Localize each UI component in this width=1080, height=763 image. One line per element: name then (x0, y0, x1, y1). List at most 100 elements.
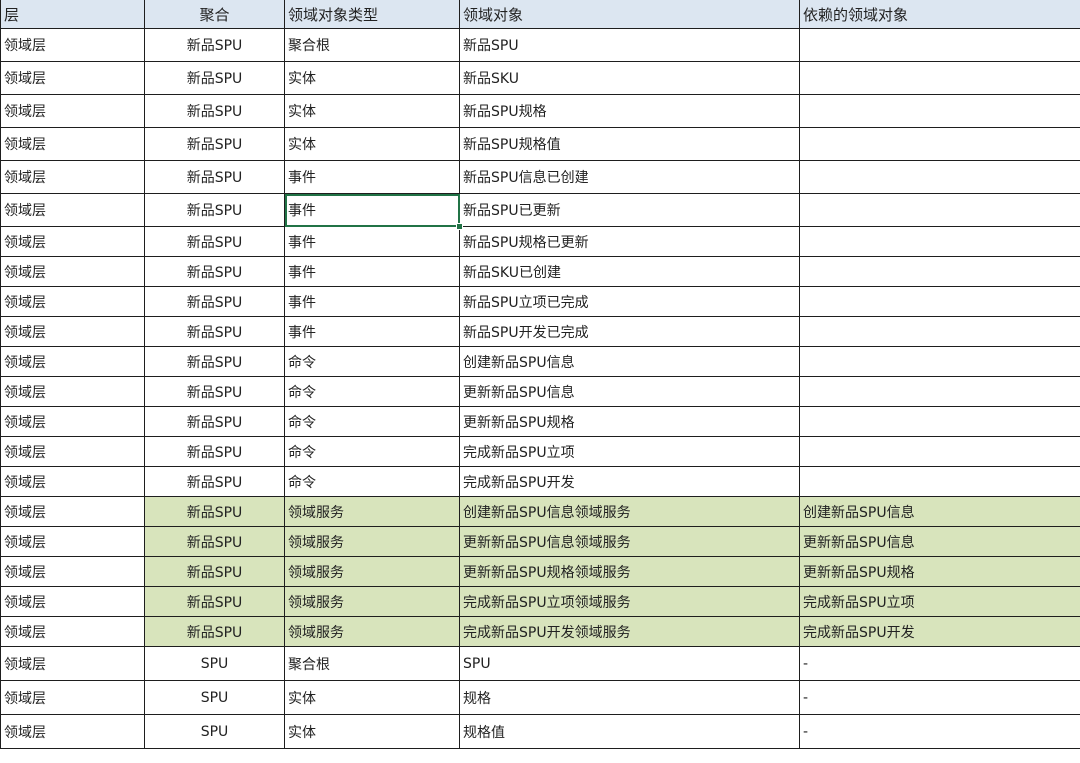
cell-aggregate[interactable]: 新品SPU (144, 526, 285, 557)
cell-domain-object[interactable]: 更新新品SPU规格 (459, 406, 800, 437)
cell-dependencies[interactable] (799, 28, 1080, 62)
cell-object-type[interactable]: 实体 (284, 127, 460, 161)
cell-object-type[interactable]: 领域服务 (284, 616, 460, 647)
cell-aggregate[interactable]: SPU (144, 646, 285, 681)
cell-object-type[interactable]: 实体 (284, 714, 460, 749)
cell-dependencies[interactable] (799, 316, 1080, 347)
cell-layer[interactable]: 领域层 (0, 376, 145, 407)
cell-aggregate[interactable]: 新品SPU (144, 127, 285, 161)
cell-aggregate[interactable]: 新品SPU (144, 193, 285, 227)
cell-object-type[interactable]: 实体 (284, 61, 460, 95)
cell-layer[interactable]: 领域层 (0, 28, 145, 62)
cell-aggregate[interactable]: 新品SPU (144, 376, 285, 407)
cell-aggregate[interactable]: 新品SPU (144, 61, 285, 95)
cell-layer[interactable]: 领域层 (0, 586, 145, 617)
cell-dependencies[interactable] (799, 127, 1080, 161)
cell-layer[interactable]: 领域层 (0, 496, 145, 527)
cell-aggregate[interactable]: 新品SPU (144, 406, 285, 437)
cell-dependencies[interactable] (799, 94, 1080, 128)
cell-layer[interactable]: 领域层 (0, 436, 145, 467)
cell-object-type[interactable]: 事件 (284, 286, 460, 317)
cell-object-type[interactable]: 事件 (284, 160, 460, 194)
cell-dependencies[interactable]: 完成新品SPU立项 (799, 586, 1080, 617)
cell-object-type[interactable]: 事件 (284, 256, 460, 287)
cell-aggregate[interactable]: 新品SPU (144, 616, 285, 647)
cell-domain-object[interactable]: 新品SKU (459, 61, 800, 95)
cell-aggregate[interactable]: 新品SPU (144, 160, 285, 194)
cell-domain-object[interactable]: 新品SPU开发已完成 (459, 316, 800, 347)
cell-layer[interactable]: 领域层 (0, 526, 145, 557)
cell-aggregate[interactable]: 新品SPU (144, 226, 285, 257)
cell-layer[interactable]: 领域层 (0, 316, 145, 347)
cell-dependencies[interactable]: 更新新品SPU信息 (799, 526, 1080, 557)
cell-dependencies[interactable] (799, 406, 1080, 437)
cell-dependencies[interactable] (799, 286, 1080, 317)
cell-dependencies[interactable] (799, 193, 1080, 227)
cell-domain-object[interactable]: 新品SPU立项已完成 (459, 286, 800, 317)
cell-layer[interactable]: 领域层 (0, 193, 145, 227)
cell-layer[interactable]: 领域层 (0, 556, 145, 587)
cell-layer[interactable]: 领域层 (0, 616, 145, 647)
cell-aggregate[interactable]: 新品SPU (144, 466, 285, 497)
header-domain-object[interactable]: 领域对象 (459, 0, 800, 29)
header-dependencies[interactable]: 依赖的领域对象 (799, 0, 1080, 29)
cell-layer[interactable]: 领域层 (0, 160, 145, 194)
cell-domain-object[interactable]: 创建新品SPU信息 (459, 346, 800, 377)
cell-domain-object[interactable]: 更新新品SPU信息 (459, 376, 800, 407)
cell-aggregate[interactable]: 新品SPU (144, 496, 285, 527)
fill-handle[interactable] (455, 222, 463, 230)
cell-dependencies[interactable] (799, 226, 1080, 257)
cell-domain-object[interactable]: 新品SPU规格值 (459, 127, 800, 161)
header-object-type[interactable]: 领域对象类型 (284, 0, 460, 29)
cell-object-type[interactable]: 命令 (284, 466, 460, 497)
cell-dependencies[interactable]: - (799, 646, 1080, 681)
cell-domain-object[interactable]: 完成新品SPU立项领域服务 (459, 586, 800, 617)
cell-domain-object[interactable]: 完成新品SPU立项 (459, 436, 800, 467)
cell-aggregate[interactable]: SPU (144, 714, 285, 749)
cell-layer[interactable]: 领域层 (0, 680, 145, 715)
cell-dependencies[interactable]: - (799, 680, 1080, 715)
cell-object-type[interactable]: 领域服务 (284, 556, 460, 587)
cell-object-type[interactable]: 事件 (284, 226, 460, 257)
cell-dependencies[interactable]: 更新新品SPU规格 (799, 556, 1080, 587)
cell-dependencies[interactable] (799, 436, 1080, 467)
cell-object-type[interactable]: 命令 (284, 406, 460, 437)
cell-dependencies[interactable] (799, 466, 1080, 497)
cell-object-type[interactable]: 事件 (284, 316, 460, 347)
cell-object-type[interactable]: 事件 (284, 193, 460, 227)
cell-dependencies[interactable] (799, 346, 1080, 377)
cell-layer[interactable]: 领域层 (0, 286, 145, 317)
cell-domain-object[interactable]: 新品SPU规格已更新 (459, 226, 800, 257)
cell-dependencies[interactable] (799, 256, 1080, 287)
cell-layer[interactable]: 领域层 (0, 646, 145, 681)
cell-object-type[interactable]: 命令 (284, 346, 460, 377)
header-layer[interactable]: 层 (0, 0, 145, 29)
cell-domain-object[interactable]: SPU (459, 646, 800, 681)
cell-dependencies[interactable]: 完成新品SPU开发 (799, 616, 1080, 647)
cell-domain-object[interactable]: 更新新品SPU信息领域服务 (459, 526, 800, 557)
cell-object-type[interactable]: 实体 (284, 94, 460, 128)
cell-domain-object[interactable]: 更新新品SPU规格领域服务 (459, 556, 800, 587)
cell-object-type[interactable]: 命令 (284, 376, 460, 407)
cell-dependencies[interactable]: 创建新品SPU信息 (799, 496, 1080, 527)
cell-layer[interactable]: 领域层 (0, 406, 145, 437)
cell-aggregate[interactable]: 新品SPU (144, 556, 285, 587)
cell-domain-object[interactable]: 完成新品SPU开发 (459, 466, 800, 497)
cell-aggregate[interactable]: 新品SPU (144, 28, 285, 62)
cell-aggregate[interactable]: 新品SPU (144, 94, 285, 128)
cell-object-type[interactable]: 领域服务 (284, 496, 460, 527)
cell-layer[interactable]: 领域层 (0, 94, 145, 128)
cell-domain-object[interactable]: 新品SPU已更新 (459, 193, 800, 227)
cell-object-type[interactable]: 实体 (284, 680, 460, 715)
cell-domain-object[interactable]: 新品SKU已创建 (459, 256, 800, 287)
cell-layer[interactable]: 领域层 (0, 256, 145, 287)
cell-aggregate[interactable]: 新品SPU (144, 436, 285, 467)
cell-aggregate[interactable]: 新品SPU (144, 256, 285, 287)
cell-object-type[interactable]: 聚合根 (284, 28, 460, 62)
header-aggregate[interactable]: 聚合 (144, 0, 285, 29)
cell-domain-object[interactable]: 规格值 (459, 714, 800, 749)
cell-layer[interactable]: 领域层 (0, 714, 145, 749)
cell-object-type[interactable]: 领域服务 (284, 526, 460, 557)
cell-layer[interactable]: 领域层 (0, 226, 145, 257)
cell-aggregate[interactable]: 新品SPU (144, 586, 285, 617)
